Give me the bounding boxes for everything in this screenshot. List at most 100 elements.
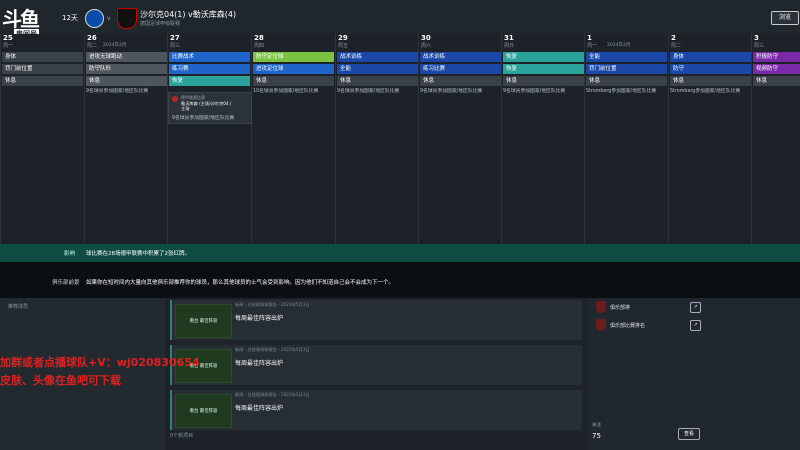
training-slot[interactable]: 战术训练 bbox=[420, 52, 501, 62]
club-prospect-text: 如果你在短时间内大量向其他俱乐部推荐你的球员，那么其他球员的士气会受到影响。因为… bbox=[86, 280, 395, 286]
external-link-icon[interactable]: ↗ bbox=[690, 302, 701, 313]
training-slot-label: 全能 bbox=[340, 66, 352, 72]
news-meta: 新闻 - 总经理球探报告 - 2023年5月3日 bbox=[235, 392, 310, 397]
training-slot-label: 进攻定位球 bbox=[256, 66, 284, 72]
training-slot[interactable]: 身体 bbox=[670, 52, 751, 62]
weekday: 周二 bbox=[87, 43, 98, 49]
training-slot[interactable]: 防守 bbox=[670, 64, 751, 74]
training-slot[interactable]: 全能 bbox=[337, 64, 418, 74]
training-slot[interactable]: 恢复 bbox=[503, 52, 584, 62]
training-slot[interactable]: 进攻无球跑动 bbox=[86, 52, 167, 62]
training-slot[interactable]: 恢复 bbox=[169, 76, 250, 86]
training-slot[interactable]: 身体 bbox=[2, 52, 83, 62]
news-thumbnail: 看台 最佳阵容 bbox=[175, 394, 232, 428]
day-header: 3 周三 bbox=[754, 34, 764, 49]
match-icon bbox=[172, 96, 178, 102]
calendar-event[interactable]: Stromberg参加国家/地区队比赛 bbox=[670, 87, 750, 95]
training-slot[interactable]: 练习比赛 bbox=[420, 64, 501, 74]
weekday: 周四 bbox=[254, 43, 265, 49]
training-slot[interactable]: 休息 bbox=[420, 76, 501, 86]
training-slot[interactable]: 罚门前位置 bbox=[586, 64, 667, 74]
training-slot-label: 身体 bbox=[5, 54, 17, 60]
training-slot-label: 防守定位球 bbox=[256, 54, 284, 60]
external-link-icon[interactable]: ↗ bbox=[690, 320, 701, 331]
day-header: 27 周三 bbox=[170, 34, 180, 49]
right-panel-item-label: 俱乐部比赛排名 bbox=[610, 323, 646, 329]
training-slot-label: 休息 bbox=[673, 78, 685, 84]
day-number: 29 bbox=[338, 34, 348, 42]
training-slot[interactable]: 进攻定位球 bbox=[253, 64, 334, 74]
training-slot[interactable]: 休息 bbox=[670, 76, 751, 86]
match-competition: 德国足球甲级联赛 bbox=[140, 21, 181, 27]
training-slot[interactable]: 比赛战术 bbox=[169, 52, 250, 62]
training-slot[interactable]: 休息 bbox=[337, 76, 418, 86]
training-slot-label: 休息 bbox=[5, 78, 17, 84]
calendar-event[interactable]: 9名球员参加国家/地区队比赛 bbox=[420, 87, 500, 95]
training-slot[interactable]: 积极防守 bbox=[753, 52, 800, 62]
calendar-day-column: 26 周二 2024年4月 进攻无球跑动 防守队形 休息 9名球员参加国家/地区队比赛 bbox=[84, 34, 168, 244]
news-card[interactable]: 看台 最佳阵容 新闻 - 总经理球探报告 - 2023年5月3日 每周最佳阵容出… bbox=[170, 345, 582, 385]
day-number: 28 bbox=[254, 34, 264, 42]
training-slot-label: 罚门前位置 bbox=[589, 66, 617, 72]
training-slot[interactable]: 休息 bbox=[86, 76, 167, 86]
calendar-day-column: 25 周一身体罚门前位置休息 bbox=[0, 34, 84, 244]
thumb-caption: 看台 最佳阵容 bbox=[189, 319, 218, 324]
popup-event: 9名球员参加国家/地区队比赛 bbox=[172, 116, 235, 121]
days-until-label: 12天 bbox=[62, 14, 78, 22]
club-crest-icon bbox=[596, 301, 606, 313]
calendar-event[interactable]: 10名球员参加国家/地区队比赛 bbox=[253, 87, 333, 95]
training-slot-label: 休息 bbox=[506, 78, 518, 84]
day-number: 31 bbox=[504, 34, 514, 42]
training-slot[interactable]: 全能 bbox=[586, 52, 667, 62]
club-prospect-band: 俱乐部前景 如果你在短时间内大量向其他俱乐部推荐你的球员，那么其他球员的士气会受… bbox=[0, 262, 800, 298]
day-header: 2 周二 bbox=[671, 34, 681, 49]
browse-button[interactable]: 浏览 bbox=[771, 11, 799, 25]
training-slot[interactable]: 恢复 bbox=[503, 64, 584, 74]
follow-value: 75 bbox=[592, 432, 601, 440]
training-slot[interactable]: 战术训练 bbox=[337, 52, 418, 62]
calendar-event[interactable]: Stromberg参加国家/地区队比赛 bbox=[586, 87, 666, 95]
new-items-count: 0个新项目 bbox=[170, 433, 194, 439]
training-slot-label: 恢复 bbox=[172, 78, 184, 84]
training-slot-label: 练习比赛 bbox=[423, 66, 446, 72]
training-slot[interactable]: 休息 bbox=[503, 76, 584, 86]
day-header: 30 周六 bbox=[421, 34, 431, 49]
weekday: 周日 bbox=[504, 43, 515, 49]
calendar-event[interactable]: 9名球员参加国家/地区队比赛 bbox=[86, 87, 166, 95]
training-slot-label: 比赛战术 bbox=[172, 54, 195, 60]
training-slot[interactable]: 防守定位球 bbox=[253, 52, 334, 62]
right-panel-item[interactable]: 俱乐部比赛排名 bbox=[592, 318, 702, 334]
calendar-event[interactable]: 9名球员参加国家/地区队比赛 bbox=[337, 87, 417, 95]
training-slot[interactable]: 罚门前位置 bbox=[2, 64, 83, 74]
day-number: 26 bbox=[87, 34, 97, 42]
training-slot[interactable]: 休息 bbox=[586, 76, 667, 86]
training-slot[interactable]: 休息 bbox=[253, 76, 334, 86]
calendar-day-column: 1 周一 2024年4月 全能 罚门前位置 休息 Stromberg参加国家/地区队比赛 bbox=[584, 34, 668, 244]
day-number: 27 bbox=[170, 34, 180, 42]
impact-label: 影响 bbox=[64, 251, 76, 257]
day-header: 29 周五 bbox=[338, 34, 348, 49]
day-number: 2 bbox=[671, 34, 676, 42]
day-header: 26 周二 bbox=[87, 34, 97, 49]
news-card[interactable]: 看台 最佳阵容 新闻 - 总经理球探报告 - 2023年5月3日 每周最佳阵容出… bbox=[170, 390, 582, 430]
match-title[interactable]: 沙尔克04(1) v勒沃库森(4) bbox=[140, 9, 236, 20]
day-number: 3 bbox=[754, 34, 759, 42]
training-slot[interactable]: 练习赛 bbox=[169, 64, 250, 74]
view-button[interactable]: 查看 bbox=[678, 428, 700, 440]
training-slot[interactable]: 防守队形 bbox=[86, 64, 167, 74]
calendar-event[interactable]: 9名球员参加国家/地区队比赛 bbox=[503, 87, 583, 95]
day-header: 25 周一 bbox=[3, 34, 13, 49]
match-popup[interactable]: 德甲联赛比赛 勒沃库森 (主场)沙尔克04 ( 主场 9名球员参加国家/地区队比… bbox=[168, 92, 252, 124]
right-panel-item[interactable]: 俱乐部排 bbox=[592, 300, 702, 316]
leverkusen-crest-icon bbox=[117, 8, 137, 29]
training-slot[interactable]: 视频防守 bbox=[753, 64, 800, 74]
scouting-header: 推荐球员 bbox=[8, 304, 29, 310]
training-slot-label: 休息 bbox=[589, 78, 601, 84]
training-slot[interactable]: 休息 bbox=[2, 76, 83, 86]
news-card[interactable]: 看台 最佳阵容 新闻 - 总经理球探报告 - 2023年5月3日 每周最佳阵容出… bbox=[170, 300, 582, 340]
stream-logo: 斗鱼 房间号 bbox=[2, 3, 52, 39]
training-slot-label: 休息 bbox=[256, 78, 268, 84]
weekday: 周六 bbox=[421, 43, 432, 49]
training-slot[interactable]: 休息 bbox=[753, 76, 800, 86]
training-slot-label: 休息 bbox=[756, 78, 768, 84]
